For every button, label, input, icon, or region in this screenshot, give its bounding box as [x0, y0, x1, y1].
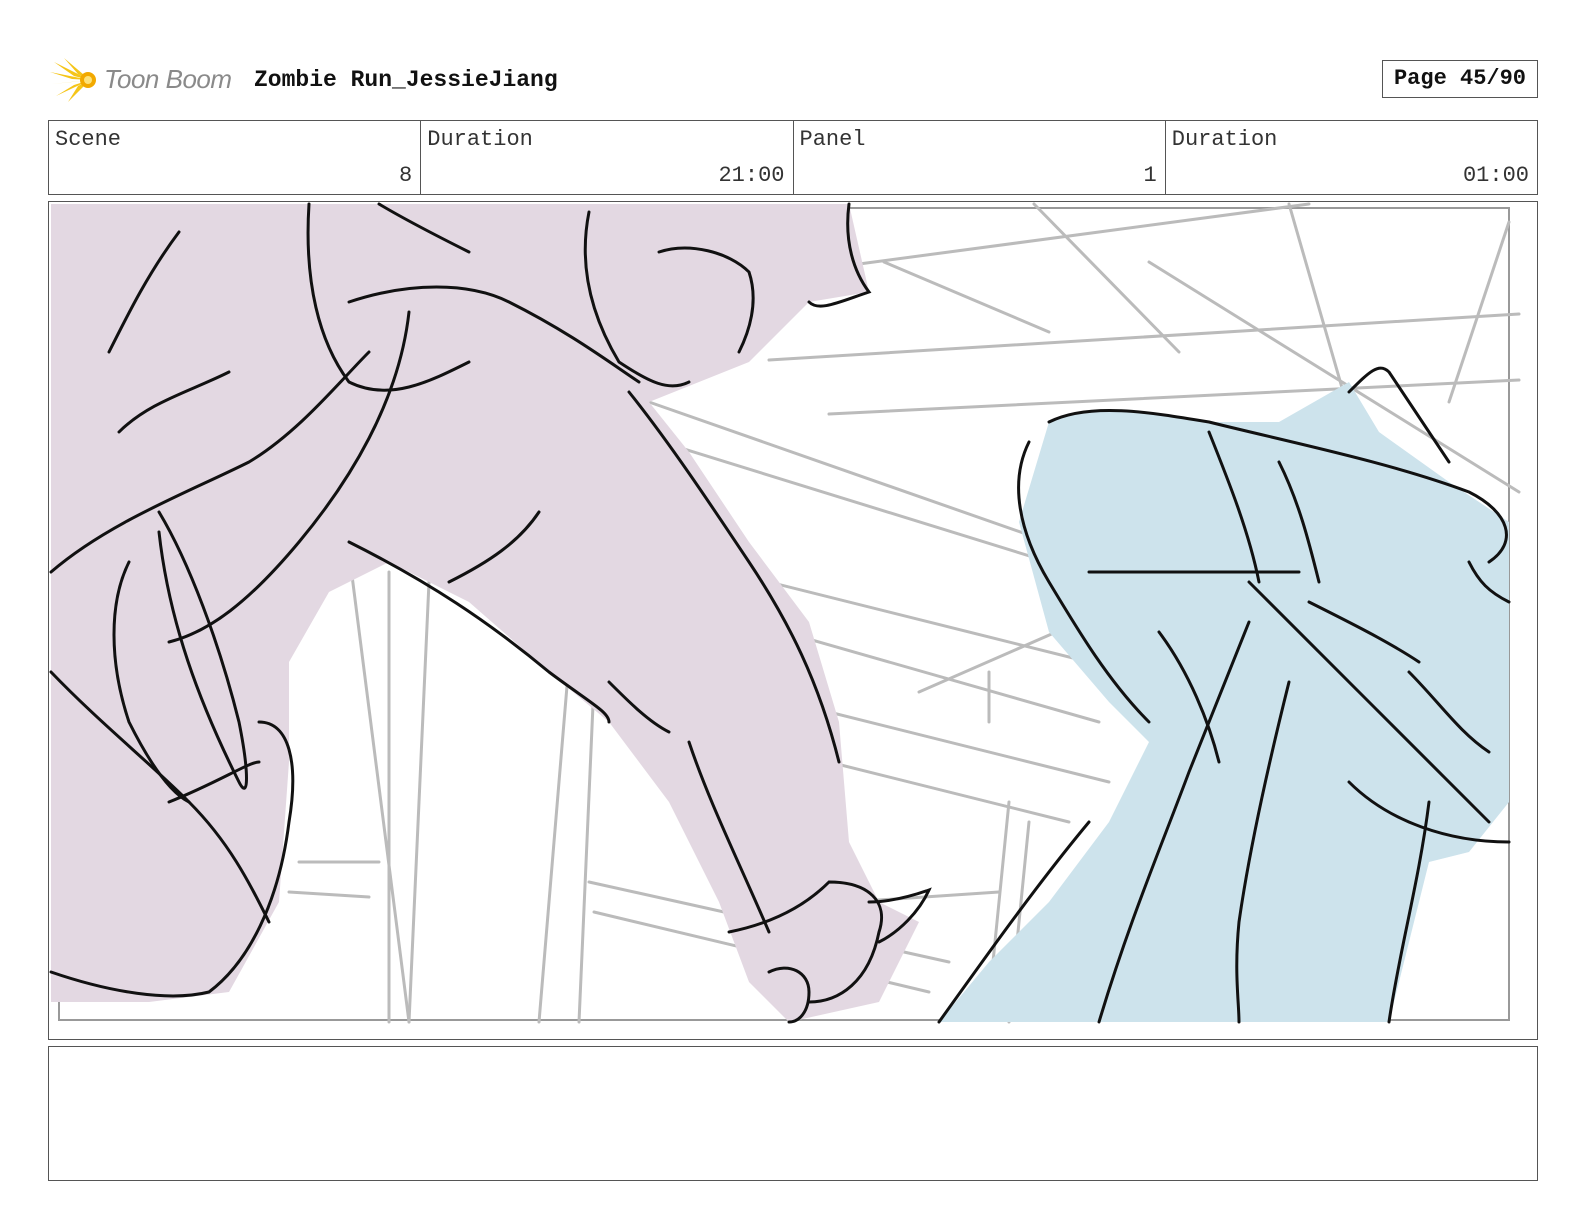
page-number: Page 45/90 — [1382, 60, 1538, 98]
zombie-figure — [49, 202, 932, 1024]
starburst-icon — [50, 58, 96, 102]
panel-sketch — [49, 202, 1521, 1024]
character-figure — [937, 366, 1511, 1024]
project-title: Zombie Run_JessieJiang — [254, 67, 558, 93]
panel-value: 1 — [1143, 163, 1157, 188]
panel-duration-cell: Duration 01:00 — [1166, 121, 1537, 194]
page-header: Toon Boom Zombie Run_JessieJiang Page 45… — [48, 56, 1538, 104]
panel-notes — [48, 1046, 1538, 1181]
logo-text: Toon Boom — [104, 64, 232, 94]
scene-duration-label: Duration — [427, 127, 533, 152]
panel-label: Panel — [799, 127, 866, 152]
scene-duration-value: 21:00 — [718, 163, 785, 188]
scene-value: 8 — [399, 163, 413, 188]
panel-duration-label: Duration — [1171, 127, 1278, 152]
scene-label: Scene — [55, 127, 122, 152]
scene-duration-cell: Duration 21:00 — [421, 121, 794, 194]
panel-cell: Panel 1 — [794, 121, 1166, 194]
panel-duration-value: 01:00 — [1462, 163, 1529, 188]
scene-info-row: Scene 8 Duration 21:00 Panel 1 Duration … — [48, 120, 1538, 195]
storyboard-panel — [48, 201, 1538, 1040]
toon-boom-logo: Toon Boom — [48, 56, 248, 104]
scene-cell: Scene 8 — [49, 121, 422, 194]
